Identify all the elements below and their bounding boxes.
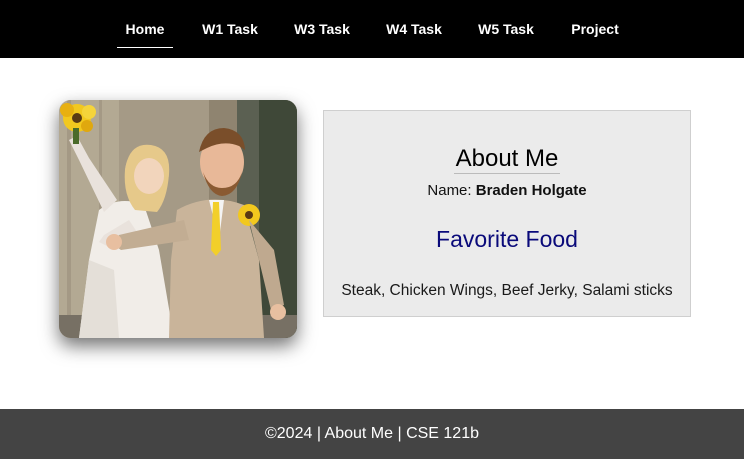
footer: ©2024 | About Me | CSE 121b — [0, 409, 744, 459]
footer-text: ©2024 | About Me | CSE 121b — [264, 425, 479, 442]
name-line: Name: Braden Holgate — [324, 182, 690, 199]
nav-link-project[interactable]: Project — [565, 0, 625, 58]
name-label: Name: — [427, 182, 472, 199]
favorite-food-list: Steak, Chicken Wings, Beef Jerky, Salami… — [341, 282, 673, 299]
about-me-heading: About Me — [324, 145, 690, 174]
favorite-food-heading: Favorite Food — [436, 226, 578, 252]
nav-link-w1-task[interactable]: W1 Task — [196, 0, 264, 58]
nav-link-w5-task[interactable]: W5 Task — [472, 0, 540, 58]
nav-link-home[interactable]: Home — [117, 0, 173, 58]
wedding-photo — [59, 100, 297, 338]
nav-link-w3-task[interactable]: W3 Task — [288, 0, 356, 58]
name-value: Braden Holgate — [475, 182, 587, 199]
nav-link-w4-task[interactable]: W4 Task — [380, 0, 448, 58]
about-me-heading-text: About Me — [453, 145, 561, 174]
photo-illustration — [59, 100, 297, 338]
about-me-card: About Me Name: Braden Holgate Favorite F… — [323, 110, 691, 317]
top-navigation-bar: Home W1 Task W3 Task W4 Task W5 Task Pro… — [0, 0, 744, 58]
